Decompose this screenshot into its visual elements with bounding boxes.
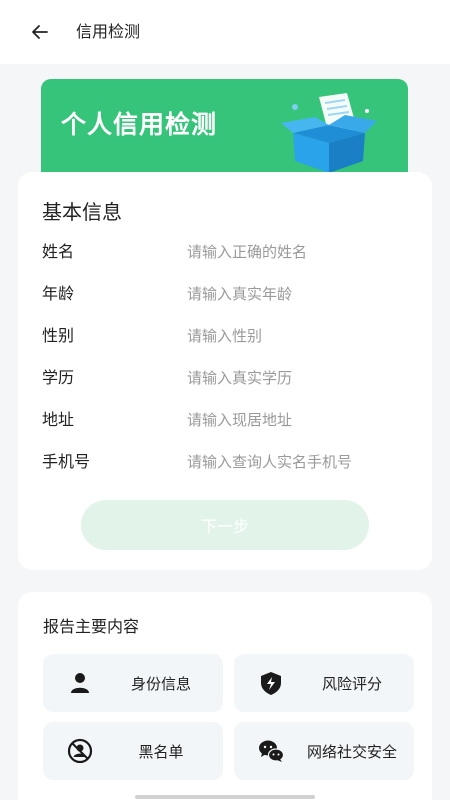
education-input[interactable] — [187, 366, 412, 390]
report-item-label: 身份信息 — [130, 674, 191, 693]
field-label-education: 学历 — [42, 368, 75, 387]
report-item-social-security[interactable]: 网络社交安全 — [234, 722, 414, 780]
gender-input[interactable] — [187, 324, 412, 348]
section-title-basic-info: 基本信息 — [42, 200, 122, 224]
next-step-button[interactable]: 下一步 — [81, 500, 369, 550]
basic-info-card: 基本信息 姓名 年龄 性别 学历 地址 手机号 下一步 — [18, 172, 432, 570]
form-row-gender: 性别 — [42, 324, 412, 348]
page-title: 信用检测 — [76, 22, 141, 41]
form-row-address: 地址 — [42, 408, 412, 432]
document-box-illustration — [281, 93, 377, 173]
report-item-label: 黑名单 — [138, 742, 184, 761]
home-indicator — [135, 795, 315, 799]
arrow-left-icon — [32, 25, 48, 39]
name-input[interactable] — [187, 240, 412, 264]
phone-input[interactable] — [187, 450, 412, 474]
credit-check-banner: 个人信用检测 — [41, 79, 408, 187]
report-content-card: 报告主要内容 身份信息 风险评分 黑名单 网络社交安全 — [18, 592, 432, 800]
field-label-name: 姓名 — [42, 242, 75, 261]
form-row-phone: 手机号 — [42, 450, 412, 474]
back-button[interactable] — [26, 18, 54, 46]
report-item-identity[interactable]: 身份信息 — [43, 654, 223, 712]
field-label-gender: 性别 — [42, 326, 75, 345]
form-row-name: 姓名 — [42, 240, 412, 264]
field-label-age: 年龄 — [42, 284, 75, 303]
form-row-age: 年龄 — [42, 282, 412, 306]
form-row-education: 学历 — [42, 366, 412, 390]
report-item-risk-score[interactable]: 风险评分 — [234, 654, 414, 712]
report-item-blacklist[interactable]: 黑名单 — [43, 722, 223, 780]
field-label-phone: 手机号 — [42, 452, 91, 471]
banner-title: 个人信用检测 — [61, 110, 218, 139]
report-item-label: 风险评分 — [321, 674, 382, 693]
address-input[interactable] — [187, 408, 412, 432]
age-input[interactable] — [187, 282, 412, 306]
report-item-label: 网络社交安全 — [306, 742, 397, 761]
section-title-report: 报告主要内容 — [43, 617, 140, 636]
field-label-address: 地址 — [42, 410, 75, 429]
top-bar: 信用检测 — [0, 0, 450, 64]
